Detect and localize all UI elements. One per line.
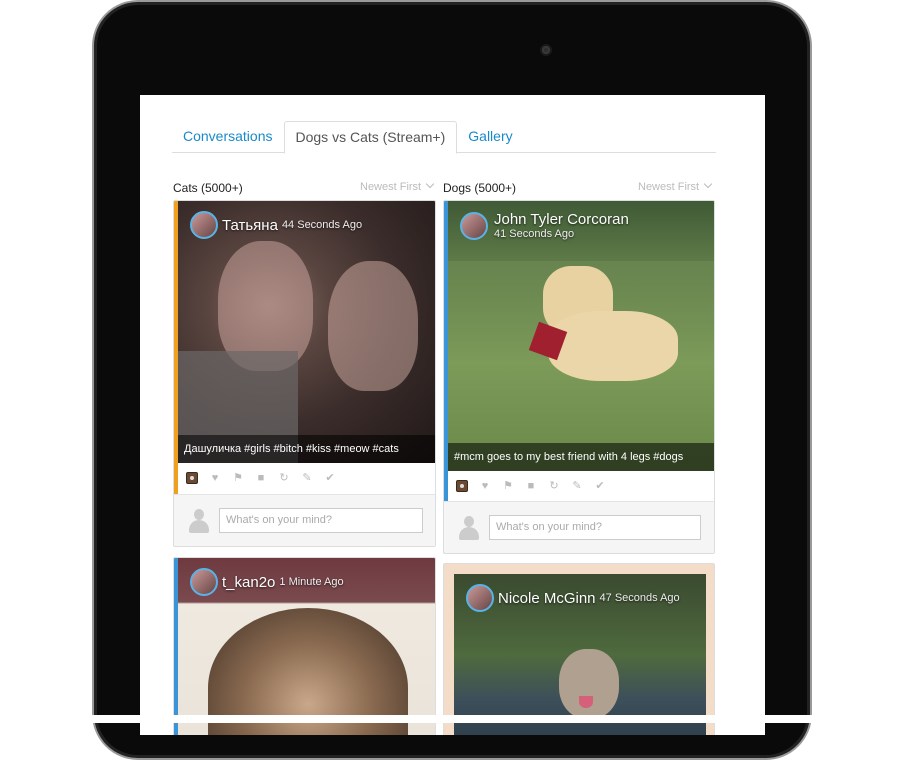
post-username[interactable]: John Tyler Corcoran: [494, 211, 629, 228]
post-card: John Tyler Corcoran 41 Seconds Ago #mcm …: [443, 200, 715, 554]
flag-icon[interactable]: ⚑: [232, 472, 244, 484]
sort-label: Newest First: [360, 181, 422, 193]
heart-icon[interactable]: ♥: [209, 472, 221, 484]
post-meta: John Tyler Corcoran 41 Seconds Ago: [494, 211, 629, 240]
post-actions: ♥ ⚑ ■ ↻ ✎ ✔: [456, 480, 606, 492]
photo-dog-body: [548, 311, 678, 381]
avatar[interactable]: [460, 211, 488, 240]
chevron-down-icon: [703, 179, 713, 189]
user-icon: [458, 516, 480, 540]
share-icon[interactable]: ↻: [278, 472, 290, 484]
post-card: Татьяна 44 Seconds Ago Дашуличка #girls …: [173, 200, 436, 547]
comment-input[interactable]: What's on your mind?: [489, 515, 701, 540]
tab-conversations[interactable]: Conversations: [172, 121, 284, 153]
comment-box: What's on your mind?: [444, 501, 714, 553]
user-icon: [188, 509, 210, 533]
avatar[interactable]: [190, 211, 218, 239]
post-time: 41 Seconds Ago: [494, 228, 575, 240]
share-icon[interactable]: ↻: [548, 480, 560, 492]
app-screen: Conversations Dogs vs Cats (Stream+) Gal…: [140, 95, 765, 735]
post-username[interactable]: t_kan2o: [222, 574, 275, 591]
post-time: 1 Minute Ago: [279, 576, 344, 588]
post-photo[interactable]: t_kan2o 1 Minute Ago: [178, 558, 435, 735]
post-username[interactable]: Татьяна: [222, 217, 278, 234]
sort-dropdown-dogs[interactable]: Newest First: [638, 179, 713, 193]
post-card: t_kan2o 1 Minute Ago: [173, 557, 436, 735]
camera-icon: [540, 44, 552, 56]
tab-bar: Conversations Dogs vs Cats (Stream+) Gal…: [172, 121, 716, 154]
edit-icon[interactable]: ✎: [301, 472, 313, 484]
post-header: t_kan2o 1 Minute Ago: [190, 568, 344, 596]
comment-icon[interactable]: ■: [255, 472, 267, 484]
avatar[interactable]: [466, 584, 494, 612]
post-actions: ♥ ⚑ ■ ↻ ✎ ✔: [186, 472, 336, 484]
check-icon[interactable]: ✔: [324, 472, 336, 484]
photo-face: [328, 261, 418, 391]
post-caption: Дашуличка #girls #bitch #kiss #meow #cat…: [178, 435, 435, 463]
comment-input[interactable]: What's on your mind?: [219, 508, 423, 533]
post-header: Nicole McGinn 47 Seconds Ago: [466, 584, 680, 612]
sort-label: Newest First: [638, 181, 700, 193]
photo-dog-head: [559, 649, 619, 719]
edit-icon[interactable]: ✎: [571, 480, 583, 492]
instagram-icon: [186, 472, 198, 484]
post-photo[interactable]: Nicole McGinn 47 Seconds Ago: [454, 574, 706, 735]
page-bottom: [0, 715, 910, 723]
check-icon[interactable]: ✔: [594, 480, 606, 492]
column-title-dogs: Dogs (5000+): [443, 181, 517, 195]
post-header: John Tyler Corcoran 41 Seconds Ago: [460, 211, 629, 240]
avatar[interactable]: [190, 568, 218, 596]
flag-icon[interactable]: ⚑: [502, 480, 514, 492]
heart-icon[interactable]: ♥: [479, 480, 491, 492]
tab-dogs-vs-cats[interactable]: Dogs vs Cats (Stream+): [283, 121, 458, 154]
photo-dog-tongue: [579, 696, 593, 708]
post-header: Татьяна 44 Seconds Ago: [190, 211, 362, 239]
post-card: Nicole McGinn 47 Seconds Ago: [443, 563, 715, 735]
column-title-cats: Cats (5000+): [173, 181, 243, 195]
post-caption: #mcm goes to my best friend with 4 legs …: [448, 443, 714, 471]
comment-icon[interactable]: ■: [525, 480, 537, 492]
post-photo[interactable]: John Tyler Corcoran 41 Seconds Ago #mcm …: [448, 201, 714, 471]
post-time: 44 Seconds Ago: [281, 219, 363, 231]
sort-dropdown-cats[interactable]: Newest First: [360, 179, 435, 193]
tab-gallery[interactable]: Gallery: [457, 121, 523, 153]
post-photo[interactable]: Татьяна 44 Seconds Ago Дашуличка #girls …: [178, 201, 435, 463]
chevron-down-icon: [425, 179, 435, 189]
comment-box: What's on your mind?: [174, 494, 435, 546]
post-username[interactable]: Nicole McGinn: [498, 590, 596, 607]
instagram-icon: [456, 480, 468, 492]
post-time: 47 Seconds Ago: [599, 592, 680, 604]
